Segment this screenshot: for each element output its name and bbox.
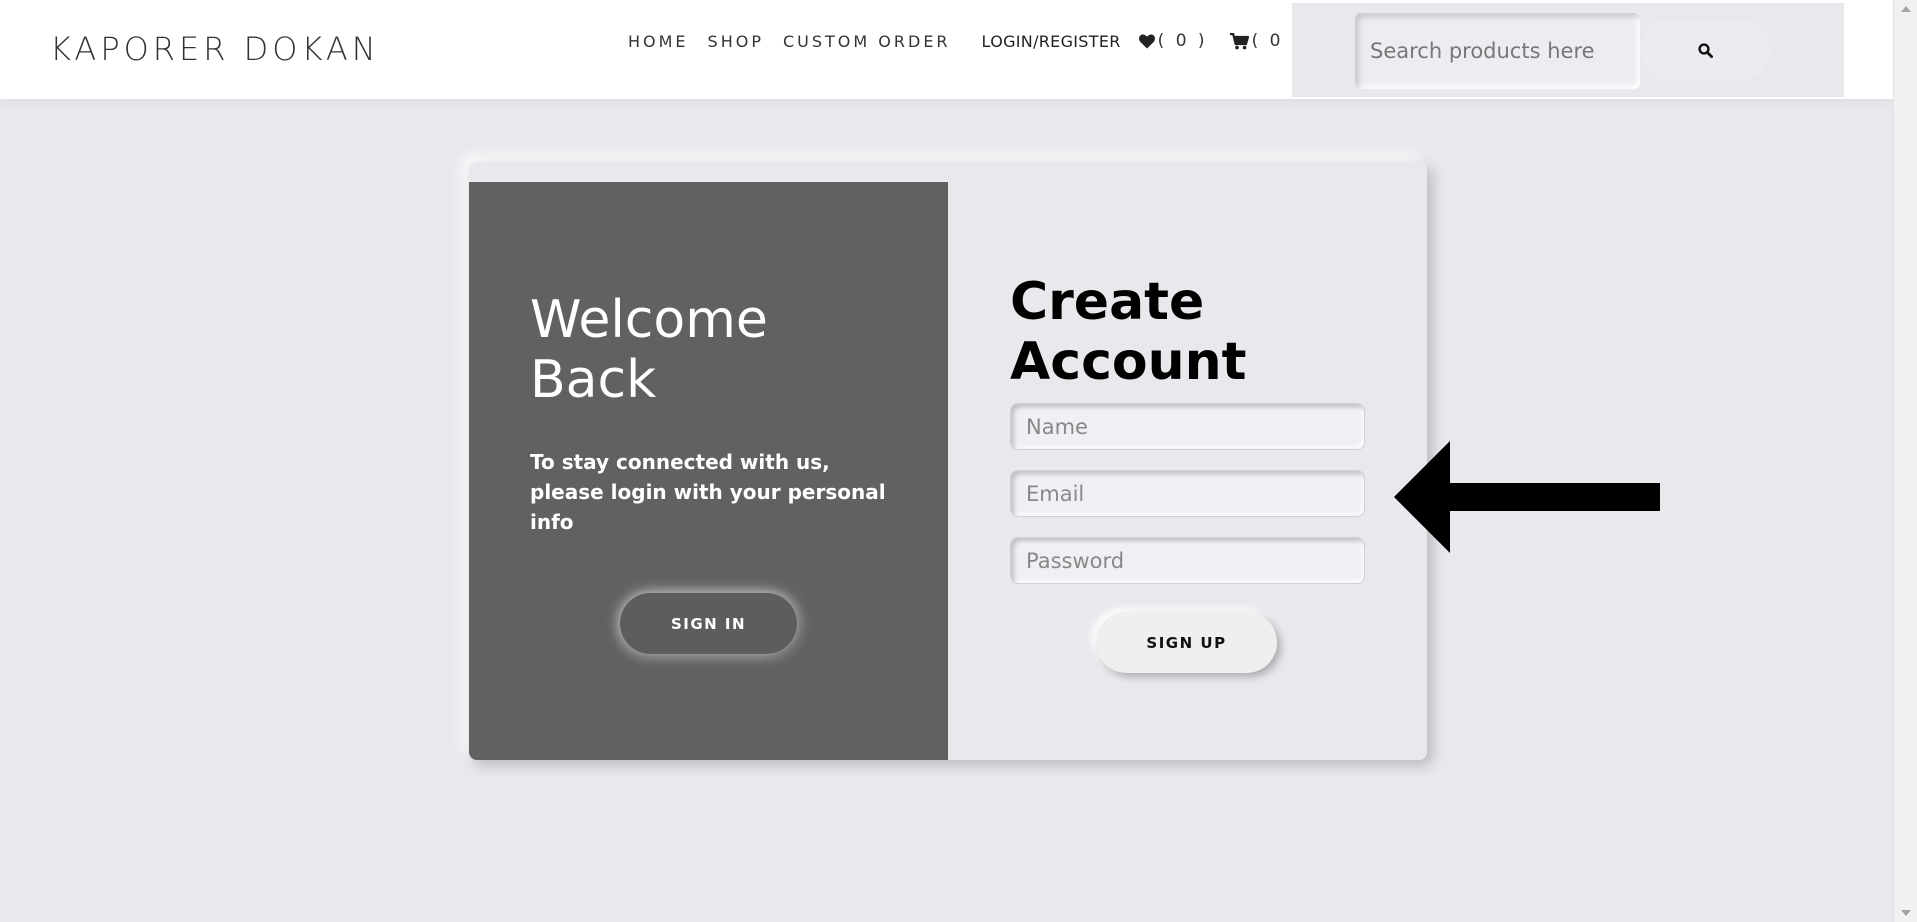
scroll-down-arrow[interactable] [1901,910,1911,916]
nav-home[interactable]: HOME [628,32,689,51]
sign-up-button[interactable]: SIGN UP [1096,612,1277,673]
search-input[interactable] [1355,13,1640,89]
main-nav: HOME SHOP CUSTOM ORDER LOGIN/REGISTER ( … [628,31,1323,51]
nav-login-register[interactable]: LOGIN/REGISTER [982,32,1121,51]
wishlist-link[interactable]: ( 0 ) [1138,31,1208,51]
password-field[interactable] [1010,537,1365,584]
page: KAPORER DOKAN HOME SHOP CUSTOM ORDER LOG… [0,0,1917,922]
welcome-title: Welcome Back [530,290,768,410]
sign-in-button[interactable]: SIGN IN [620,593,797,654]
nav-custom-order[interactable]: CUSTOM ORDER [783,32,951,51]
welcome-text: To stay connected with us, please login … [530,450,886,534]
auth-card: Welcome Back To stay connected with us, … [469,162,1427,760]
scrollbar[interactable] [1893,0,1917,922]
email-field[interactable] [1010,470,1365,517]
site-logo[interactable]: KAPORER DOKAN [50,30,380,68]
scroll-up-arrow[interactable] [1901,6,1911,12]
search-button[interactable] [1640,20,1770,80]
name-field[interactable] [1010,403,1365,450]
search-icon [1697,42,1713,58]
search-bar [1292,3,1844,97]
heart-icon [1138,33,1155,48]
welcome-panel: Welcome Back To stay connected with us, … [469,182,948,760]
cart-link[interactable]: ( 0 ) [1229,31,1302,51]
site-header: KAPORER DOKAN HOME SHOP CUSTOM ORDER LOG… [0,0,1893,99]
nav-shop[interactable]: SHOP [708,32,764,51]
create-account-title: Create Account [1010,272,1247,392]
cart-icon [1229,32,1249,49]
wishlist-count: ( 0 ) [1157,31,1208,51]
arrow-left-icon [1394,441,1660,553]
signup-panel: Create Account SIGN UP [948,162,1427,760]
